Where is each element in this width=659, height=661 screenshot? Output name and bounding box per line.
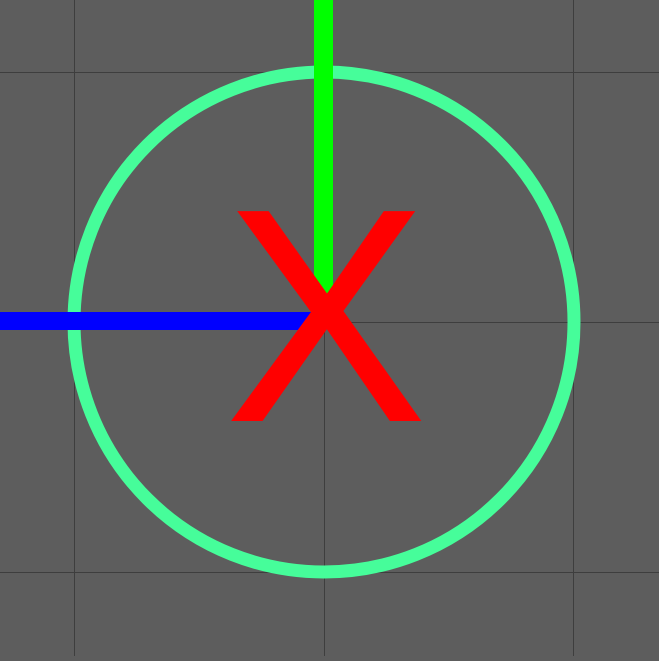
viewport-canvas[interactable]: X [0,0,659,656]
axis-label-x: X [224,145,427,486]
scene-viewport[interactable]: X [0,0,659,656]
